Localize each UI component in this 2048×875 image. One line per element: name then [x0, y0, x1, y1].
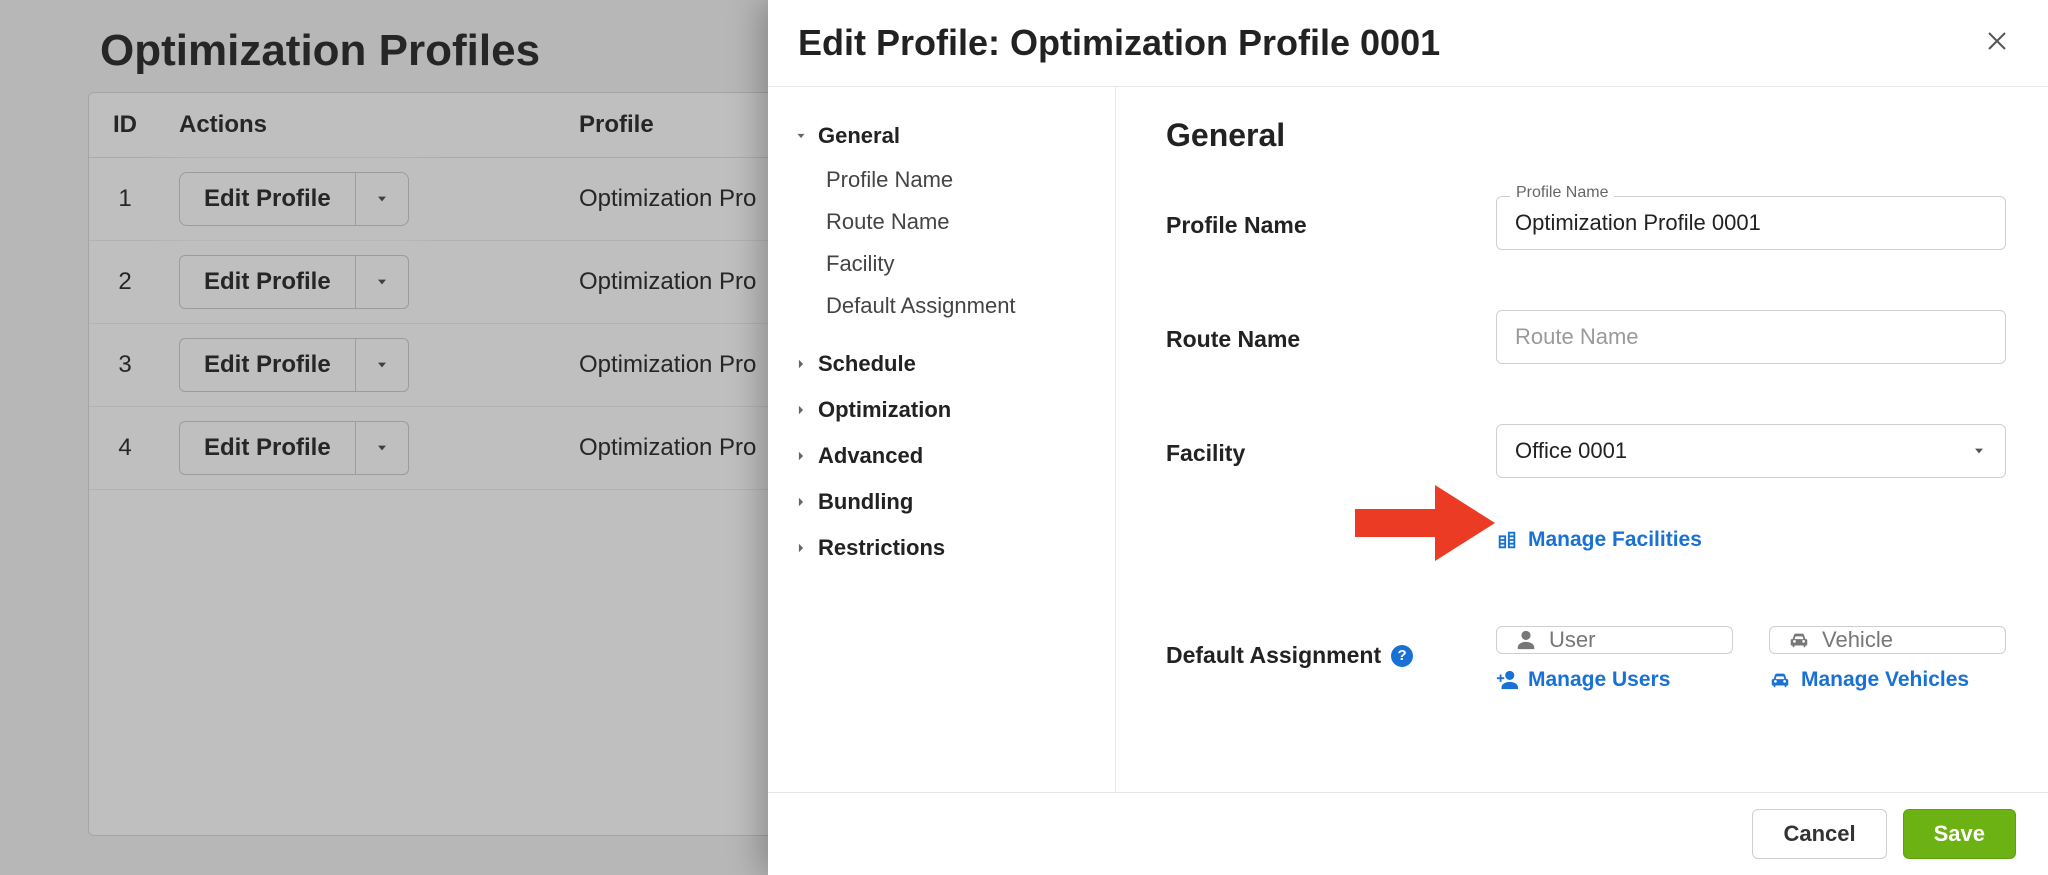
field-row-default-assignment: Default Assignment ? User Manage Users: [1166, 626, 2006, 692]
close-button[interactable]: [1986, 28, 2008, 58]
drawer-body: General Profile Name Route Name Facility…: [768, 87, 2048, 792]
manage-vehicles-link[interactable]: Manage Vehicles: [1769, 668, 2006, 692]
person-add-icon: [1496, 669, 1518, 691]
sidebar-sub-facility[interactable]: Facility: [786, 243, 1097, 285]
sidebar-item-label: General: [818, 123, 900, 149]
chevron-down-icon: [1971, 443, 1987, 459]
sidebar-item-label: Bundling: [818, 489, 913, 515]
drawer-title: Edit Profile: Optimization Profile 0001: [798, 22, 1440, 64]
profile-name-input[interactable]: [1496, 196, 2006, 250]
sidebar-item-optimization[interactable]: Optimization: [786, 387, 1097, 433]
edit-profile-drawer: Edit Profile: Optimization Profile 0001 …: [768, 0, 2048, 875]
drawer-footer: Cancel Save: [768, 792, 2048, 875]
field-label: Facility: [1166, 424, 1496, 467]
sidebar-item-general[interactable]: General: [786, 113, 1097, 159]
sidebar-item-bundling[interactable]: Bundling: [786, 479, 1097, 525]
chevron-right-icon: [794, 449, 808, 463]
drawer-content: General Profile Name Profile Name Route …: [1116, 87, 2048, 792]
field-row-route-name: Route Name: [1166, 310, 2006, 364]
building-icon: [1496, 529, 1518, 551]
chevron-right-icon: [794, 541, 808, 555]
facility-select[interactable]: Office 0001: [1496, 424, 2006, 478]
field-label: Profile Name: [1166, 196, 1496, 239]
sidebar-item-label: Optimization: [818, 397, 951, 423]
sidebar-sub-default-assignment[interactable]: Default Assignment: [786, 285, 1097, 327]
field-row-profile-name: Profile Name Profile Name: [1166, 196, 2006, 250]
link-label: Manage Users: [1528, 668, 1670, 692]
help-icon[interactable]: ?: [1391, 645, 1413, 667]
field-row-facility: Facility Office 0001 Manage Facilities: [1166, 424, 2006, 552]
vehicle-placeholder: Vehicle: [1822, 627, 1893, 653]
chevron-right-icon: [794, 357, 808, 371]
sidebar-sub-profile-name[interactable]: Profile Name: [786, 159, 1097, 201]
floating-label: Profile Name: [1510, 184, 1614, 202]
manage-facilities-link[interactable]: Manage Facilities: [1496, 528, 2006, 552]
field-label: Default Assignment ?: [1166, 626, 1496, 669]
save-button[interactable]: Save: [1903, 809, 2016, 859]
sidebar-item-label: Advanced: [818, 443, 923, 469]
sidebar-item-schedule[interactable]: Schedule: [786, 341, 1097, 387]
user-select[interactable]: User: [1496, 626, 1733, 654]
sidebar-item-label: Schedule: [818, 351, 916, 377]
chevron-right-icon: [794, 403, 808, 417]
link-label: Manage Vehicles: [1801, 668, 1969, 692]
sidebar-item-restrictions[interactable]: Restrictions: [786, 525, 1097, 571]
facility-selected-value: Office 0001: [1515, 438, 1627, 464]
drawer-header: Edit Profile: Optimization Profile 0001: [768, 0, 2048, 87]
route-name-input[interactable]: [1496, 310, 2006, 364]
chevron-right-icon: [794, 495, 808, 509]
sidebar-item-label: Restrictions: [818, 535, 945, 561]
cancel-button[interactable]: Cancel: [1752, 809, 1886, 859]
field-label-text: Default Assignment: [1166, 642, 1381, 669]
user-placeholder: User: [1549, 627, 1595, 653]
vehicle-select[interactable]: Vehicle: [1769, 626, 2006, 654]
sidebar-item-advanced[interactable]: Advanced: [786, 433, 1097, 479]
person-icon: [1515, 629, 1537, 651]
car-icon: [1788, 629, 1810, 651]
close-icon: [1986, 30, 2008, 52]
drawer-sidebar: General Profile Name Route Name Facility…: [768, 87, 1116, 792]
car-cog-icon: [1769, 669, 1791, 691]
section-heading-general: General: [1166, 117, 2006, 154]
manage-users-link[interactable]: Manage Users: [1496, 668, 1733, 692]
annotation-arrow-right: [1355, 485, 1495, 561]
link-label: Manage Facilities: [1528, 528, 1702, 552]
chevron-down-icon: [794, 129, 808, 143]
sidebar-sub-route-name[interactable]: Route Name: [786, 201, 1097, 243]
field-label: Route Name: [1166, 310, 1496, 353]
